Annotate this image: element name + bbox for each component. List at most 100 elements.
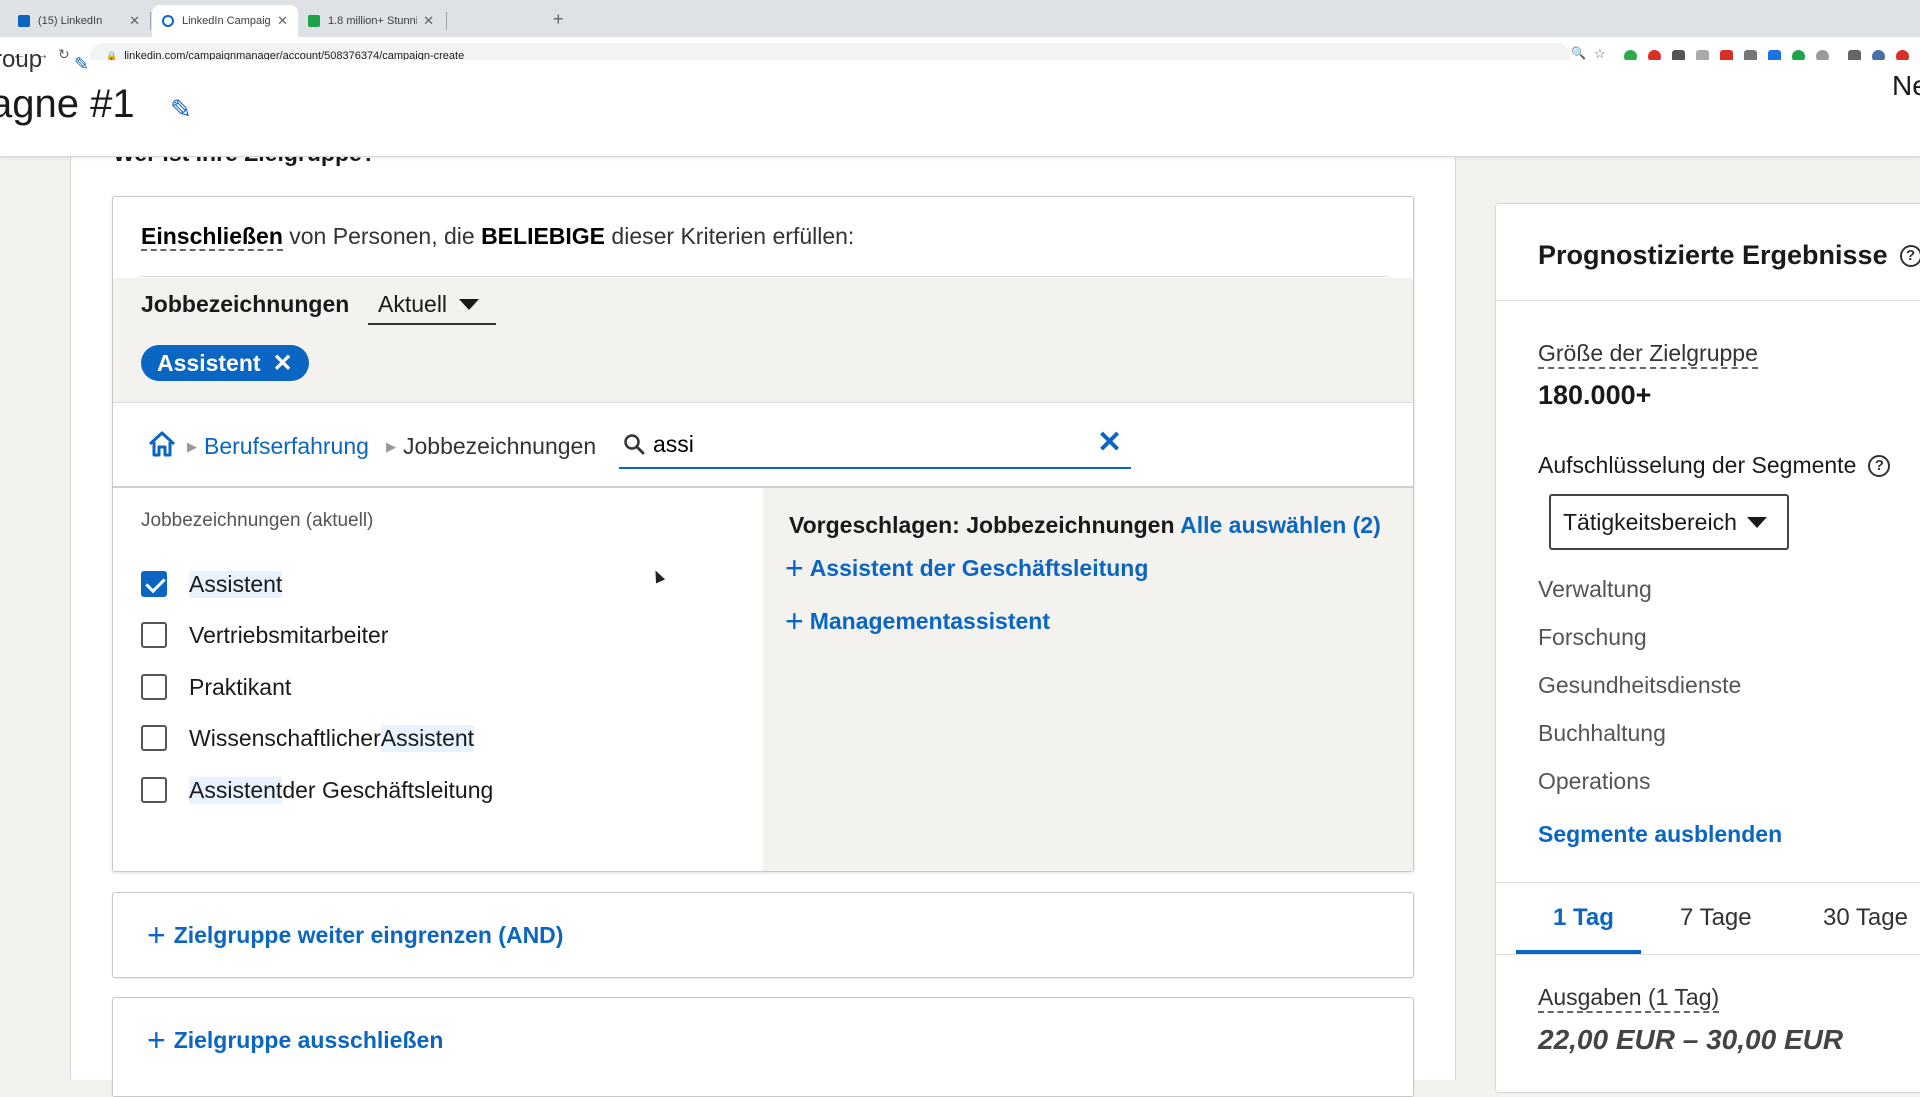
browser-tab-free-images[interactable]: 1.8 million+ Stunning Free Imag ✕ (298, 5, 444, 37)
list-item[interactable]: Assistent (141, 564, 283, 604)
browser-tab-linkedin[interactable]: (15) LinkedIn ✕ (8, 5, 150, 37)
pill-label: Assistent (157, 349, 261, 376)
tab-30-days[interactable]: 30 Tage (1823, 904, 1908, 932)
suggestions-title: Vorgeschlagen: Jobbezeichnungen (789, 512, 1175, 538)
job-title-options: Jobbezeichnungen (aktuell) Assistent Ver… (113, 488, 763, 871)
facet-label: Jobbezeichnungen (141, 291, 350, 317)
audience-size-value: 180.000+ (1538, 380, 1652, 410)
suggestion-item[interactable]: + Managementassistent (785, 605, 1050, 637)
checkbox-icon[interactable] (141, 777, 167, 803)
browser-tab-campaign-manager[interactable]: LinkedIn Campaign Manager ✕ (152, 5, 298, 37)
narrow-audience-button[interactable]: + Zielgruppe weiter eingrenzen (AND) (112, 892, 1414, 978)
include-any-keyword: BELIEBIGE (481, 223, 606, 249)
tab-close-icon[interactable]: ✕ (129, 13, 140, 29)
campaign-title: agne #1 (0, 82, 135, 126)
caret-down-icon (459, 298, 480, 310)
include-rule-line: Einschließen von Personen, die BELIEBIGE… (141, 223, 855, 251)
checkbox-icon[interactable] (141, 674, 167, 700)
include-text-end: dieser Kriterien erfüllen: (605, 223, 855, 249)
facet-search-box: ✕ (619, 421, 1131, 469)
facet-search-row: ▶ Berufserfahrung ▶ Jobbezeichnungen ✕ (113, 402, 1413, 488)
option-label: Wissenschaftlicher (189, 724, 381, 751)
segment-dropdown-value: Tätigkeitsbereich (1563, 508, 1737, 535)
help-question-icon[interactable]: ? (1868, 454, 1891, 477)
plus-icon: + (785, 550, 804, 586)
tab-close-icon[interactable]: ✕ (277, 13, 288, 29)
checkbox-icon[interactable] (141, 622, 167, 648)
breadcrumb-experience[interactable]: Berufserfahrung (204, 433, 369, 460)
option-label-match: Assistent (189, 776, 283, 804)
segments-label-text: Aufschlüsselung der Segmente (1538, 452, 1857, 478)
facet-search-input[interactable] (653, 429, 1073, 459)
campaign-group-name: roup (0, 46, 43, 73)
caret-down-icon (1746, 516, 1767, 528)
option-label: der Geschäftsleitung (282, 776, 494, 803)
edit-title-pencil-icon[interactable]: ✎ (170, 94, 192, 125)
browser-tab-bar: (15) LinkedIn ✕ LinkedIn Campaign Manage… (0, 0, 1920, 37)
suggestions-panel: Vorgeschlagen: Jobbezeichnungen Alle aus… (763, 488, 1413, 871)
plus-icon: + (147, 1022, 166, 1058)
breadcrumb-job-titles: Jobbezeichnungen (403, 433, 597, 459)
audience-size-label[interactable]: Größe der Zielgruppe (1538, 340, 1758, 369)
selected-facets-area: Jobbezeichnungen Aktuell Assistent ✕ (113, 278, 1413, 402)
list-item[interactable]: Vertriebsmitarbeiter (141, 615, 388, 655)
segment-item: Operations (1538, 768, 1651, 794)
suggestion-item[interactable]: + Assistent der Geschäftsleitung (785, 552, 1148, 584)
list-item[interactable]: Assistent der Geschäftsleitung (141, 770, 493, 810)
campaign-manager-favicon-icon (162, 15, 174, 27)
campaign-header: roup ✎ agne #1 ✎ Ne (0, 46, 1920, 157)
forecast-panel: Prognostizierte Ergebnisse ? Größe der Z… (1495, 203, 1920, 1093)
tab-label: (15) LinkedIn (38, 15, 103, 27)
suggestion-label: Assistent der Geschäftsleitung (809, 554, 1149, 581)
home-icon[interactable] (148, 431, 176, 457)
forecast-title: Prognostizierte Ergebnisse ? (1538, 240, 1920, 271)
checkbox-checked-icon[interactable] (141, 571, 167, 597)
pill-remove-icon[interactable]: ✕ (273, 349, 293, 378)
list-item[interactable]: Wissenschaftlicher Assistent (141, 718, 475, 758)
linkedin-favicon-icon (18, 15, 30, 27)
chevron-right-icon: ▶ (187, 439, 197, 454)
suggestions-heading: Vorgeschlagen: Jobbezeichnungen Alle aus… (789, 512, 1381, 539)
include-text: von Personen, die (282, 223, 482, 249)
tab-1-day[interactable]: 1 Tag (1553, 904, 1614, 932)
suggestion-label: Managementassistent (809, 607, 1050, 634)
new-tab-plus-icon[interactable]: + (553, 9, 564, 30)
plus-icon: + (785, 603, 804, 639)
spend-value: 22,00 EUR – 30,00 EUR (1538, 1024, 1844, 1055)
exclude-audience-button[interactable]: + Zielgruppe ausschließen (112, 997, 1414, 1097)
exclude-audience-label: Zielgruppe ausschließen (173, 1026, 444, 1053)
segment-item: Buchhaltung (1538, 720, 1666, 746)
list-item[interactable]: Praktikant (141, 667, 291, 707)
facet-mode-dropdown[interactable]: Aktuell (368, 285, 496, 325)
tab-close-icon[interactable]: ✕ (423, 13, 434, 29)
header-right-button[interactable]: Ne (1892, 70, 1920, 102)
edit-group-pencil-icon[interactable]: ✎ (74, 54, 89, 75)
tab-7-days[interactable]: 7 Tage (1680, 904, 1752, 932)
search-icon (624, 434, 645, 455)
help-question-icon[interactable]: ? (1899, 244, 1920, 267)
select-all-link[interactable]: Alle auswählen (2) (1180, 512, 1381, 538)
options-list-header: Jobbezeichnungen (aktuell) (141, 510, 374, 531)
segment-item: Gesundheitsdienste (1538, 672, 1742, 698)
clear-search-icon[interactable]: ✕ (1097, 425, 1122, 460)
plus-icon: + (147, 917, 166, 953)
segment-item: Forschung (1538, 624, 1647, 650)
include-keyword[interactable]: Einschließen (141, 223, 283, 251)
segment-dropdown[interactable]: Tätigkeitsbereich (1549, 494, 1789, 550)
zoom-icon[interactable]: 🔍 (1571, 46, 1586, 60)
segments-label: Aufschlüsselung der Segmente ? (1538, 452, 1891, 479)
tab-label: 1.8 million+ Stunning Free Imag (328, 15, 418, 27)
facet-mode-value: Aktuell (378, 290, 448, 317)
option-label: Vertriebsmitarbeiter (189, 621, 389, 648)
selected-pill[interactable]: Assistent ✕ (141, 345, 309, 381)
forecast-title-text: Prognostizierte Ergebnisse (1538, 240, 1888, 270)
image-site-favicon-icon (308, 15, 320, 27)
segment-item: Verwaltung (1538, 576, 1652, 602)
hide-segments-link[interactable]: Segmente ausblenden (1538, 821, 1782, 848)
chevron-right-icon: ▶ (386, 439, 396, 454)
narrow-audience-label: Zielgruppe weiter eingrenzen (AND) (173, 921, 564, 948)
spend-label[interactable]: Ausgaben (1 Tag) (1538, 984, 1720, 1013)
checkbox-icon[interactable] (141, 725, 167, 751)
audience-criteria-card: Einschließen von Personen, die BELIEBIGE… (112, 196, 1414, 872)
option-label: Assistent (189, 570, 283, 598)
